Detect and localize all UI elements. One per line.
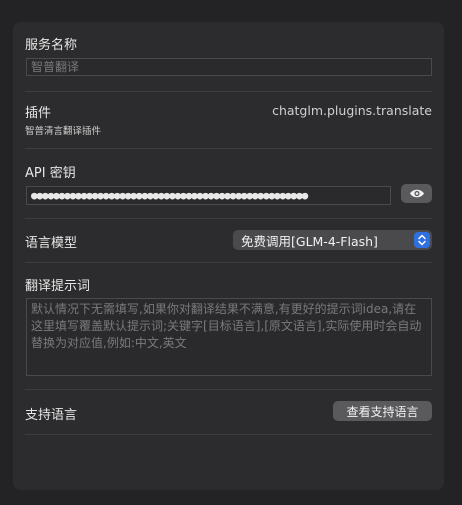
divider [25, 262, 432, 263]
service-name-input[interactable] [26, 58, 432, 76]
reveal-key-button[interactable] [401, 184, 432, 203]
api-key-label: API 密钥 [25, 166, 76, 181]
eye-icon [409, 188, 425, 199]
divider [25, 148, 432, 149]
plugin-sublabel: 智普清言翻译插件 [25, 126, 102, 137]
api-key-input[interactable]: ●●●●●●●●●●●●●●●●●●●●●●●●●●●●●●●●●●●●●●●●… [26, 186, 391, 205]
divider [25, 434, 432, 435]
chevron-up-down-icon [414, 232, 430, 248]
divider [25, 91, 432, 92]
language-model-select[interactable]: 免费调用[GLM-4-Flash] [233, 230, 432, 250]
prompt-textarea[interactable] [26, 298, 432, 376]
language-model-label: 语言模型 [25, 236, 78, 251]
settings-panel: 服务名称 插件 智普清言翻译插件 chatglm.plugins.transla… [13, 22, 444, 490]
view-supported-languages-button[interactable]: 查看支持语言 [333, 401, 432, 421]
divider [25, 389, 432, 390]
service-name-label: 服务名称 [25, 38, 78, 53]
prompt-label: 翻译提示词 [25, 279, 91, 294]
divider [25, 218, 432, 219]
language-model-value: 免费调用[GLM-4-Flash] [241, 233, 378, 249]
plugin-label: 插件 [25, 106, 52, 121]
supported-languages-label: 支持语言 [25, 408, 78, 423]
plugin-id: chatglm.plugins.translate [272, 103, 432, 118]
